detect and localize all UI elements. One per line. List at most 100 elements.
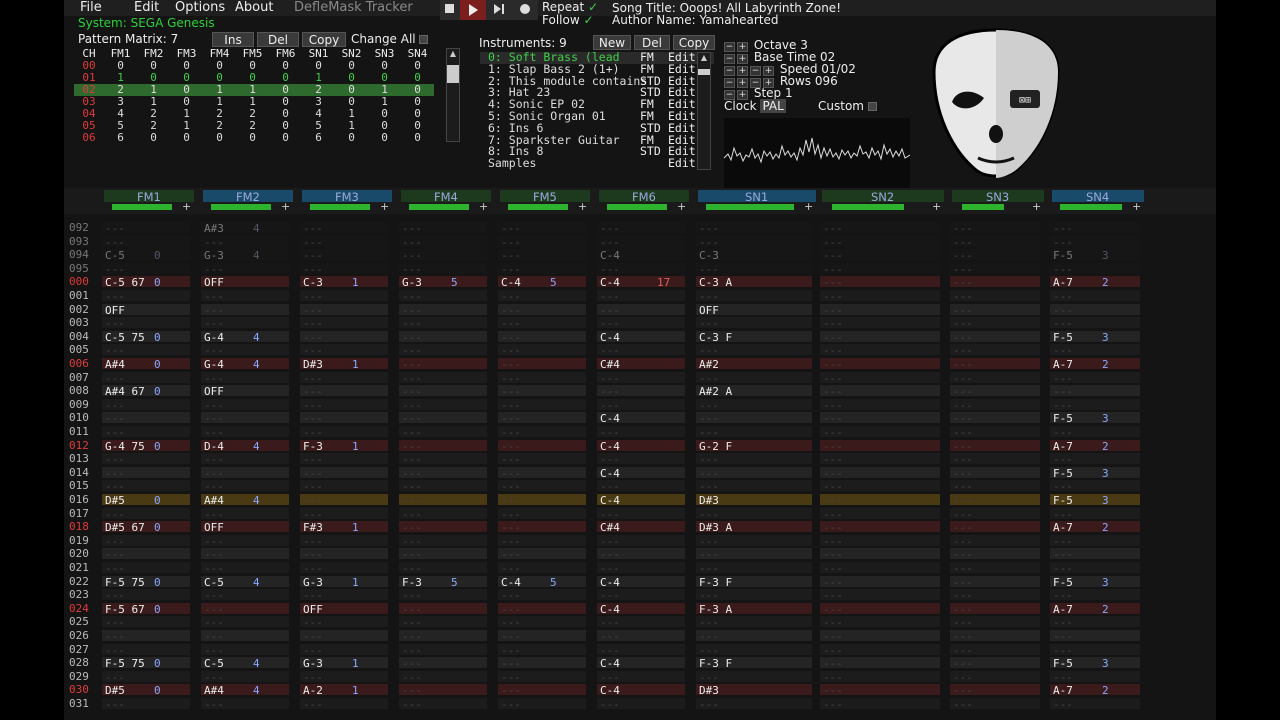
pattern-cell[interactable]: C-417 01 [597, 276, 685, 303]
pattern-cell[interactable]: --- [696, 235, 812, 249]
pattern-cell[interactable]: A#4 4 [201, 494, 289, 507]
pattern-cell[interactable]: --- [498, 317, 586, 330]
pattern-cell[interactable]: A-7 2 [1050, 521, 1140, 534]
pattern-cell[interactable]: --- [102, 290, 190, 303]
pattern-cell[interactable]: A-2 1 [300, 684, 388, 697]
pattern-cell[interactable]: --- [498, 262, 586, 276]
pattern-cell[interactable]: --- [201, 290, 289, 303]
pattern-cell[interactable]: --- [399, 589, 487, 602]
pattern-cell[interactable]: --- [399, 534, 487, 548]
pattern-row[interactable]: 000C-5 670OFFC-31G-35C-45C-417 01C-3 A--… [64, 275, 1216, 303]
pattern-cell[interactable]: F-5 3 [1050, 657, 1140, 670]
channel-volume-bar[interactable] [508, 204, 568, 210]
pattern-cell[interactable]: --- [820, 657, 940, 670]
pattern-cell[interactable]: --- [820, 235, 940, 249]
pattern-cell[interactable]: --- [950, 276, 1040, 289]
pattern-cell[interactable]: --- [498, 330, 586, 344]
pattern-cell[interactable]: --- [201, 589, 289, 602]
pattern-cell[interactable]: --- [820, 630, 940, 643]
pattern-cell[interactable]: --- [820, 494, 940, 507]
pattern-cell[interactable]: --- [696, 534, 812, 548]
instrument-new-button[interactable]: New [593, 35, 631, 50]
pattern-cell[interactable]: --- [950, 398, 1040, 412]
pattern-cell[interactable]: --- [820, 643, 940, 657]
pattern-row[interactable]: 003 --- --- --- --- --- --- --- --- --- --- [64, 316, 1216, 330]
step-control[interactable]: − + Step 1 [724, 86, 793, 100]
channel-plus-icon[interactable]: + [281, 200, 290, 213]
pattern-cell[interactable]: --- [597, 262, 685, 276]
pattern-cell[interactable]: --- [597, 398, 685, 412]
pattern-cell[interactable]: C-4 [597, 494, 685, 507]
pattern-cell[interactable]: --- [597, 670, 685, 684]
pattern-cell[interactable]: --- [950, 290, 1040, 303]
pattern-row[interactable]: 095 --- --- --- --- --- --- --- --- --- --- [64, 262, 1216, 276]
channel-plus-icon[interactable]: + [677, 200, 686, 213]
pattern-cell[interactable]: --- [950, 385, 1040, 398]
pattern-cell[interactable]: --- [201, 698, 289, 711]
pattern-cell[interactable]: C#4 [597, 521, 685, 534]
pattern-cell[interactable]: --- [201, 412, 289, 425]
play-pattern-icon[interactable] [494, 4, 501, 14]
instrument-del-button[interactable]: Del [634, 35, 670, 50]
pattern-cell[interactable]: --- [498, 589, 586, 602]
pattern-cell[interactable]: --- [696, 562, 812, 575]
pattern-cell[interactable]: --- [102, 453, 190, 466]
pattern-cell[interactable]: --- [950, 562, 1040, 575]
pattern-cell[interactable]: A#4 4 [201, 684, 289, 697]
change-all-checkbox[interactable] [419, 35, 429, 44]
pattern-cell[interactable]: --- [300, 630, 388, 643]
pattern-cell[interactable]: --- [950, 521, 1040, 534]
pattern-cell[interactable]: D#3 [696, 494, 812, 507]
pattern-cell[interactable]: --- [696, 643, 812, 657]
pattern-cell[interactable]: --- [201, 453, 289, 466]
pattern-cell[interactable]: --- [950, 643, 1040, 657]
pattern-row[interactable]: 001 --- --- --- --- --- --- --- --- --- --- [64, 289, 1216, 303]
pattern-cell[interactable]: A#3 4 [201, 222, 289, 235]
pattern-cell[interactable]: C-4 5 [498, 276, 586, 289]
pattern-cell[interactable]: --- [399, 439, 487, 453]
pattern-cell[interactable]: --- [597, 344, 685, 357]
instrument-edit-button[interactable]: Edit [668, 157, 696, 170]
pattern-cell[interactable]: --- [696, 466, 812, 480]
pattern-cell[interactable]: --- [1050, 698, 1140, 711]
pattern-cell[interactable]: --- [300, 480, 388, 493]
pattern-cell[interactable]: G-3 5 [399, 276, 487, 289]
pattern-cell[interactable]: --- [820, 290, 940, 303]
pattern-cell[interactable]: F-3 F [696, 657, 812, 670]
matrix-cell[interactable]: 0 [401, 132, 434, 144]
pattern-cell[interactable]: --- [950, 412, 1040, 425]
pattern-cell[interactable]: --- [950, 317, 1040, 330]
pattern-cell[interactable]: --- [102, 698, 190, 711]
pattern-cell[interactable]: OFF [102, 303, 190, 317]
pal-button[interactable]: PAL [760, 99, 786, 113]
pattern-cell[interactable]: --- [399, 398, 487, 412]
pattern-row[interactable]: 005 --- --- --- --- --- --- --- --- --- --- [64, 343, 1216, 357]
pattern-cell[interactable]: --- [696, 426, 812, 439]
pattern-cell[interactable]: G-3 1 [300, 657, 388, 670]
menu-edit[interactable]: Edit [134, 0, 159, 15]
pattern-cell[interactable]: --- [201, 507, 289, 521]
pattern-row[interactable]: 011 --- --- --- --- --- --- --- --- --- --- [64, 425, 1216, 439]
pattern-cell[interactable]: --- [696, 507, 812, 521]
pattern-cell[interactable]: --- [696, 480, 812, 493]
pattern-cell[interactable]: F-3 F [696, 575, 812, 589]
pattern-cell[interactable]: --- [1050, 670, 1140, 684]
pattern-cell[interactable]: A-7 2 [1050, 602, 1140, 616]
custom-checkbox[interactable] [867, 102, 877, 111]
pattern-cell[interactable]: C-5 67 0 [102, 276, 190, 289]
pattern-cell[interactable]: --- [498, 670, 586, 684]
pattern-cell[interactable]: --- [820, 358, 940, 371]
pattern-cell[interactable]: OFF [300, 602, 388, 616]
pattern-cell[interactable]: --- [102, 398, 190, 412]
pattern-row[interactable]: 002 OFF --- --- --- --- --- OFF --- --- --- [64, 303, 1216, 317]
pattern-cell[interactable]: C-4 [597, 466, 685, 480]
pattern-cell[interactable]: G-3 1 [300, 575, 388, 589]
pattern-cell[interactable]: F-5 3 [1050, 494, 1140, 507]
pattern-cell[interactable]: --- [102, 630, 190, 643]
pattern-cell[interactable]: C-5 4 [201, 657, 289, 670]
pattern-cell[interactable]: D#3 A [696, 521, 812, 534]
pattern-cell[interactable]: D#3 [696, 684, 812, 697]
pattern-cell[interactable]: C-4 [597, 657, 685, 670]
pattern-cell[interactable]: --- [399, 616, 487, 629]
instrument-scrollbar[interactable]: ▲ [697, 52, 711, 170]
